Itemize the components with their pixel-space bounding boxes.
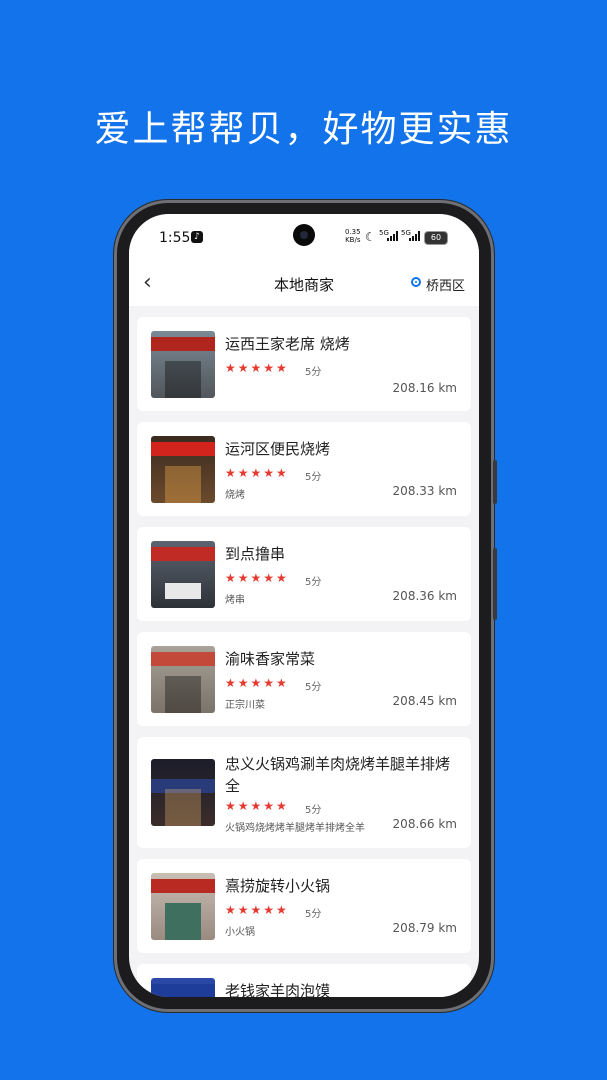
merchant-card[interactable]: 熹捞旋转小火锅 ★★★★★ 5分 小火锅 208.79 km [137,859,471,953]
merchant-card[interactable]: 运河区便民烧烤 ★★★★★ 5分 烧烤 208.33 km [137,422,471,516]
merchant-photo [151,646,215,713]
merchant-list: 运西王家老席 烧烤 ★★★★★ 5分 208.16 km 运河区便民烧烤 ★★★… [137,317,471,997]
merchant-tag: 正宗川菜 [225,700,265,711]
nav-bar: ‹ 本地商家 桥西区 [129,262,479,306]
merchant-tag: 火锅鸡烧烤烤羊腿烤羊排烤全羊 [225,823,365,834]
tiktok-icon: ♪ [191,231,203,243]
merchant-name: 老钱家羊肉泡馍 [225,982,331,997]
merchant-card[interactable]: 到点撸串 ★★★★★ 5分 烤串 208.36 km [137,527,471,621]
location-icon[interactable] [411,277,421,287]
dnd-moon-icon: ☾ [365,230,376,244]
rating-stars: ★★★★★ [225,361,289,375]
merchant-name: 运西王家老席 烧烤 [225,335,350,353]
rating-stars: ★★★★★ [225,676,289,690]
battery-icon: 60 [424,231,448,245]
status-time: 1:55 [159,230,191,246]
merchant-tag: 烧烤 [225,490,245,501]
merchant-name: 忠义火锅鸡涮羊肉烧烤羊腿羊排烤全 [225,755,451,795]
rating-score: 5分 [305,367,322,378]
rating-score: 5分 [305,577,322,588]
status-bar: 1:55 ♪ 0.35 KB/s ☾ 5G 5G 60 [129,214,479,262]
merchant-distance: 208.79 km [392,921,457,935]
rating-stars: ★★★★★ [225,571,289,585]
net-speed: 0.35 KB/s [345,228,361,244]
rating-stars: ★★★★★ [225,799,289,813]
merchant-photo [151,331,215,398]
merchant-name: 熹捞旋转小火锅 [225,877,331,895]
merchant-name: 运河区便民烧烤 [225,440,331,458]
merchant-distance: 208.45 km [392,694,457,708]
merchant-photo [151,759,215,826]
merchant-distance: 208.16 km [392,381,457,395]
rating-stars: ★★★★★ [225,466,289,480]
rating-score: 5分 [305,472,322,483]
signal-icon [409,231,423,241]
merchant-card[interactable]: 老钱家羊肉泡馍 [137,964,471,997]
location-selector[interactable]: 桥西区 [426,275,465,294]
merchant-photo [151,978,215,997]
net-speed-value: 0.35 [345,228,361,236]
phone-screen: 1:55 ♪ 0.35 KB/s ☾ 5G 5G 60 ‹ 本地商家 桥西区 运… [129,214,479,997]
merchant-tag: 小火锅 [225,927,255,938]
merchant-card[interactable]: 运西王家老席 烧烤 ★★★★★ 5分 208.16 km [137,317,471,411]
net-speed-unit: KB/s [345,236,361,244]
merchant-photo [151,436,215,503]
promo-headline: 爱上帮帮贝，好物更实惠 [94,109,513,150]
rating-score: 5分 [305,909,322,920]
merchant-distance: 208.66 km [392,817,457,831]
rating-stars: ★★★★★ [225,903,289,917]
merchant-distance: 208.33 km [392,484,457,498]
merchant-card[interactable]: 忠义火锅鸡涮羊肉烧烤羊腿羊排烤全 ★★★★★ 5分 火锅鸡烧烤烤羊腿烤羊排烤全羊… [137,737,471,848]
merchant-tag: 烤串 [225,595,245,606]
merchant-distance: 208.36 km [392,589,457,603]
rating-score: 5分 [305,805,322,816]
merchant-photo [151,873,215,940]
front-camera [293,224,315,246]
merchant-photo [151,541,215,608]
volume-button [493,460,497,504]
signal-icon [387,231,401,241]
power-button [493,548,497,620]
merchant-name: 渝味香家常菜 [225,650,316,668]
merchant-card[interactable]: 渝味香家常菜 ★★★★★ 5分 正宗川菜 208.45 km [137,632,471,726]
rating-score: 5分 [305,682,322,693]
merchant-name: 到点撸串 [225,545,286,563]
